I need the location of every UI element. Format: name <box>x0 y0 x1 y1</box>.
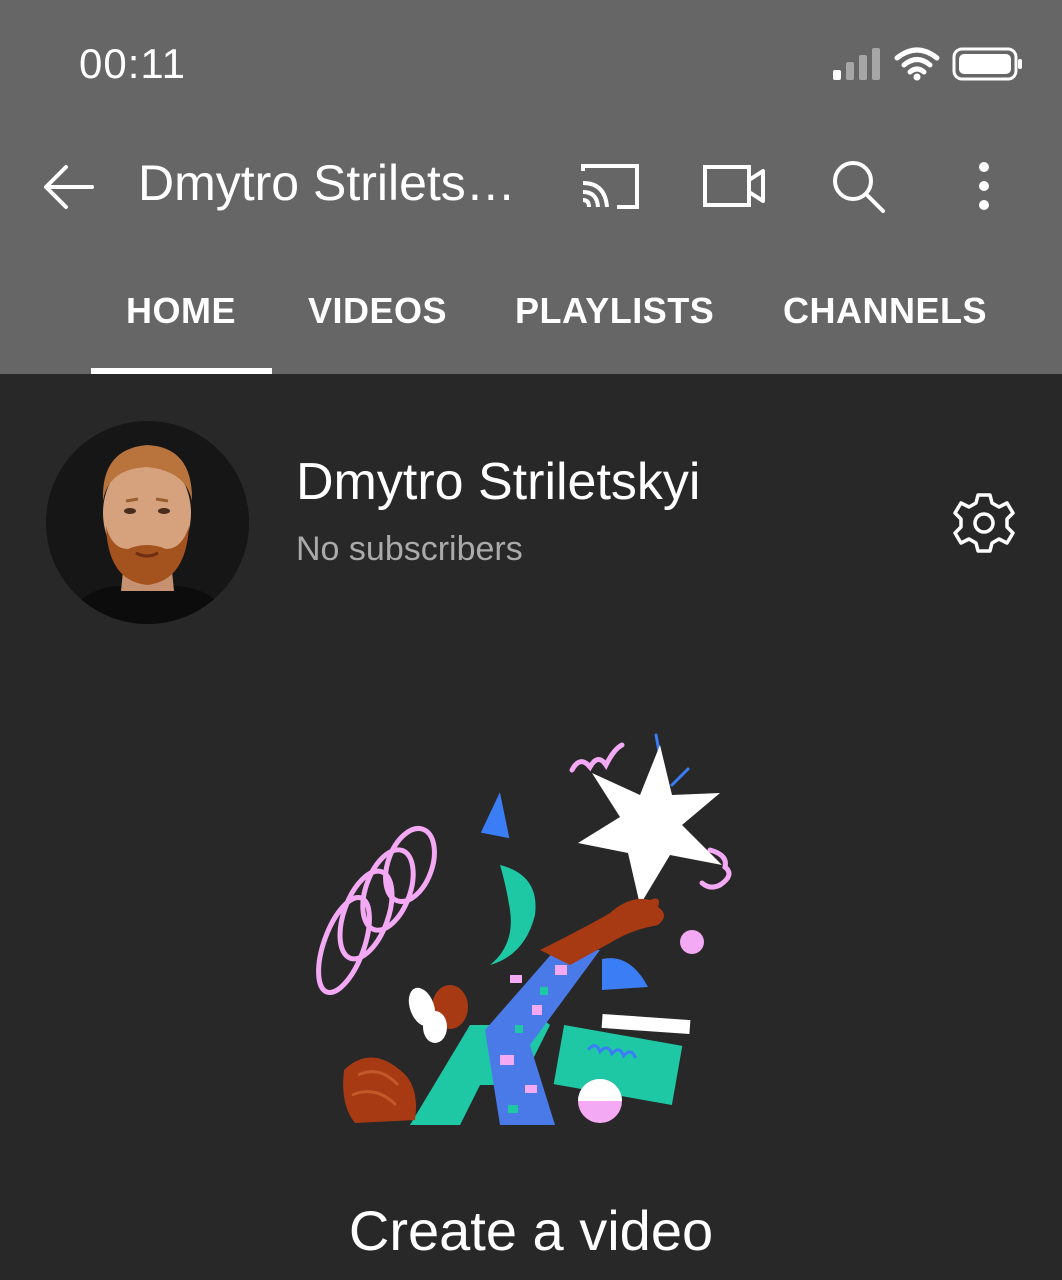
empty-state-title: Create a video <box>348 1199 714 1262</box>
status-time: 00:11 <box>79 40 186 87</box>
tab-home[interactable]: HOME <box>126 290 236 334</box>
more-vert-icon <box>979 162 989 210</box>
battery-icon <box>952 47 1022 81</box>
camera-icon <box>703 165 765 207</box>
search-icon <box>833 161 885 213</box>
top-app-bar: 00:11 Dmytro Strilets… HOME VIDEOS PLAYL… <box>0 0 1062 374</box>
active-tab-indicator <box>91 368 272 374</box>
avatar-photo <box>46 421 249 624</box>
wifi-icon <box>894 47 940 81</box>
more-options-button[interactable] <box>944 146 1024 226</box>
tab-channels[interactable]: CHANNELS <box>783 290 987 334</box>
header-title: Dmytro Strilets… <box>138 155 516 211</box>
cast-button[interactable] <box>570 146 650 226</box>
tab-playlists[interactable]: PLAYLISTS <box>515 290 714 334</box>
create-video-illustration <box>316 733 732 1125</box>
channel-name: Dmytro Striletskyi <box>296 453 701 511</box>
search-button[interactable] <box>818 146 898 226</box>
avatar[interactable] <box>46 421 249 624</box>
subscriber-count: No subscribers <box>296 530 523 568</box>
back-arrow-icon <box>44 165 94 209</box>
create-video-button[interactable] <box>694 146 774 226</box>
status-icons <box>830 46 1030 86</box>
cast-icon <box>581 164 639 209</box>
tab-videos[interactable]: VIDEOS <box>308 290 447 334</box>
signal-icon <box>833 48 880 80</box>
channel-settings-button[interactable] <box>944 483 1024 563</box>
back-button[interactable] <box>36 152 106 222</box>
gear-icon <box>953 493 1015 553</box>
